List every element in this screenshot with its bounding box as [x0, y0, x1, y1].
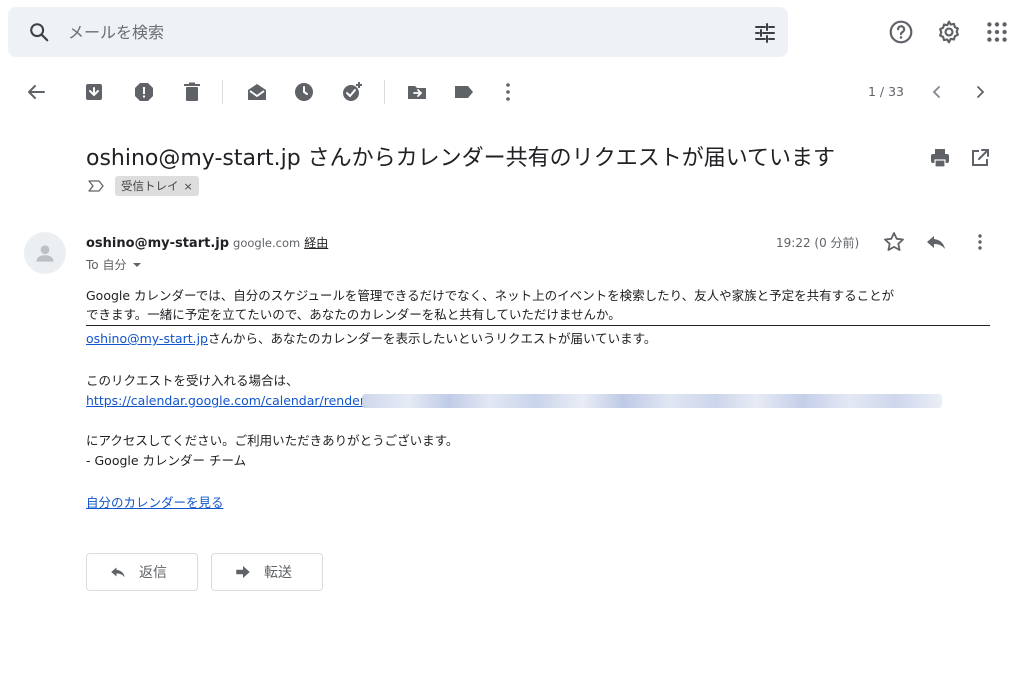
- mark-unread-icon[interactable]: [245, 80, 269, 104]
- calendar-render-link[interactable]: https://calendar.google.com/calendar/ren…: [86, 393, 365, 408]
- message-timestamp: 19:22 (0 分前): [776, 236, 860, 250]
- move-to-folder-icon[interactable]: [405, 80, 429, 104]
- view-calendar-link-row: 自分のカレンダーを見る: [86, 493, 224, 513]
- search-options-icon[interactable]: [753, 21, 777, 45]
- body-line-3: oshino@my-start.jpさんから、あなたのカレンダーを表示したいとい…: [86, 329, 656, 349]
- back-arrow-icon[interactable]: [24, 80, 48, 104]
- delete-trash-icon[interactable]: [180, 80, 204, 104]
- message-more-vert-icon[interactable]: [968, 230, 992, 254]
- person-icon: [36, 245, 54, 262]
- reply-icon[interactable]: [924, 230, 948, 254]
- calendar-render-link-row: https://calendar.google.com/calendar/ren…: [86, 391, 365, 411]
- search-bar[interactable]: [8, 7, 788, 57]
- recipient-line[interactable]: To 自分: [86, 256, 142, 273]
- forward-button-label: 転送: [264, 565, 292, 581]
- apps-grid-icon[interactable]: [984, 19, 1010, 45]
- remove-label-button[interactable]: ×: [184, 180, 193, 193]
- reply-arrow-icon: [111, 567, 125, 578]
- settings-gear-icon[interactable]: [936, 19, 962, 45]
- more-vert-icon[interactable]: [496, 80, 520, 104]
- body-line-5: にアクセスしてください。ご利用いただきありがとうございます。: [86, 433, 459, 448]
- forward-arrow-icon: [236, 566, 250, 578]
- sender-domain: google.com: [233, 236, 301, 250]
- body-line-3-text: さんから、あなたのカレンダーを表示したいというリクエストが届いています。: [208, 331, 657, 346]
- older-chevron-right-icon[interactable]: [968, 80, 992, 104]
- reply-button-label: 返信: [139, 565, 167, 581]
- inbox-label-chip: 受信トレイ ×: [115, 176, 199, 196]
- body-line-1: Google カレンダーでは、自分のスケジュールを管理できるだけでなく、ネット上…: [86, 288, 895, 303]
- view-calendar-link[interactable]: 自分のカレンダーを見る: [86, 495, 224, 510]
- reply-button[interactable]: 返信: [86, 553, 198, 591]
- star-icon[interactable]: [882, 230, 906, 254]
- sender-avatar: [24, 232, 66, 274]
- sender-email-link[interactable]: oshino@my-start.jp: [86, 331, 208, 346]
- importance-marker-icon[interactable]: [88, 178, 104, 194]
- inbox-label-text: 受信トレイ: [121, 179, 179, 193]
- pager-count: 1 / 33: [867, 84, 904, 99]
- search-input[interactable]: [68, 17, 708, 47]
- open-in-new-window-icon[interactable]: [968, 146, 992, 170]
- help-icon[interactable]: [888, 19, 914, 45]
- email-subject: oshino@my-start.jp さんからカレンダー共有のリクエストが届いて…: [86, 146, 836, 171]
- chevron-down-icon[interactable]: [132, 260, 142, 270]
- sender-name[interactable]: oshino@my-start.jp: [86, 236, 229, 251]
- body-line-2: できます。一緒に予定を立てたいので、あなたのカレンダーを私と共有していただけませ…: [86, 307, 621, 322]
- forward-button[interactable]: 転送: [211, 553, 323, 591]
- sender-line: oshino@my-start.jp google.com 経由: [86, 234, 328, 251]
- via-link[interactable]: 経由: [304, 236, 328, 250]
- body-line-4: このリクエストを受け入れる場合は、: [86, 373, 299, 388]
- body-divider: [86, 325, 990, 326]
- search-icon[interactable]: [28, 21, 50, 43]
- report-spam-icon[interactable]: [132, 80, 156, 104]
- label-tag-icon[interactable]: [452, 80, 476, 104]
- body-line-6: - Google カレンダー チーム: [86, 453, 247, 468]
- toolbar-divider: [384, 80, 385, 104]
- archive-icon[interactable]: [82, 80, 106, 104]
- add-to-tasks-icon[interactable]: [340, 80, 364, 104]
- print-icon[interactable]: [928, 146, 952, 170]
- redacted-url-blur: [362, 394, 942, 408]
- recipient-text: To 自分: [86, 258, 127, 272]
- newer-chevron-left-icon[interactable]: [925, 80, 949, 104]
- snooze-clock-icon[interactable]: [292, 80, 316, 104]
- toolbar-divider: [222, 80, 223, 104]
